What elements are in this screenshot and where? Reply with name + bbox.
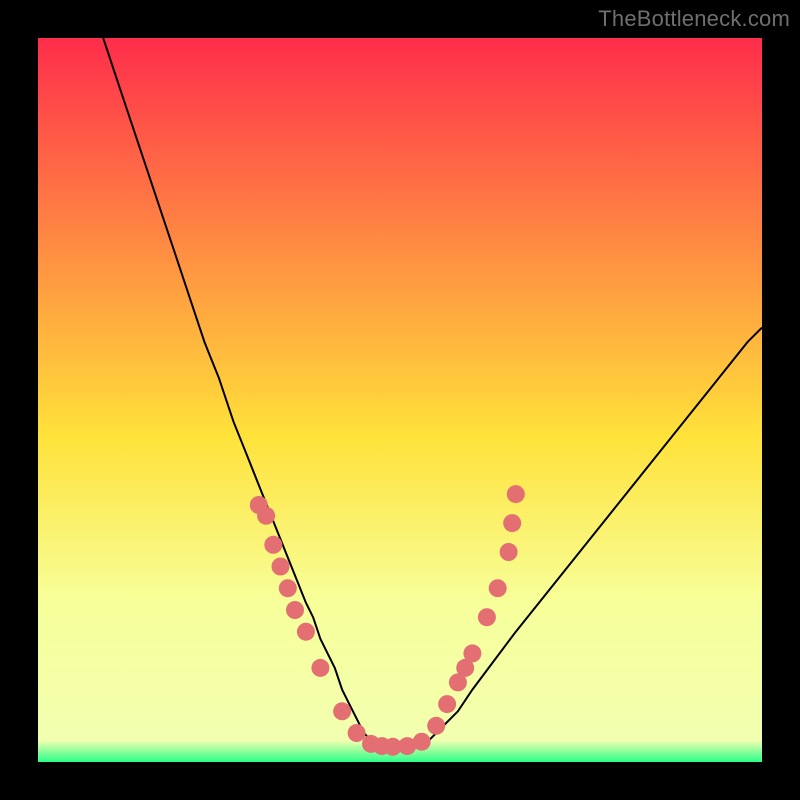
data-dot — [257, 507, 275, 525]
data-dot — [427, 717, 445, 735]
data-dot — [500, 543, 518, 561]
data-dot — [489, 579, 507, 597]
data-dot — [279, 579, 297, 597]
plot-area — [38, 38, 762, 762]
data-dot — [503, 514, 521, 532]
data-dot — [286, 601, 304, 619]
data-dot — [438, 695, 456, 713]
data-dot — [507, 485, 525, 503]
data-dot — [333, 702, 351, 720]
data-dot — [463, 644, 481, 662]
data-dot — [272, 558, 290, 576]
data-dot — [413, 733, 431, 751]
gradient-bg — [38, 38, 762, 762]
watermark-label: TheBottleneck.com — [598, 6, 790, 32]
data-dot — [264, 536, 282, 554]
data-dot — [297, 623, 315, 641]
bottleneck-chart — [38, 38, 762, 762]
data-dot — [478, 608, 496, 626]
data-dot — [348, 724, 366, 742]
data-dot — [311, 659, 329, 677]
chart-frame: TheBottleneck.com — [0, 0, 800, 800]
